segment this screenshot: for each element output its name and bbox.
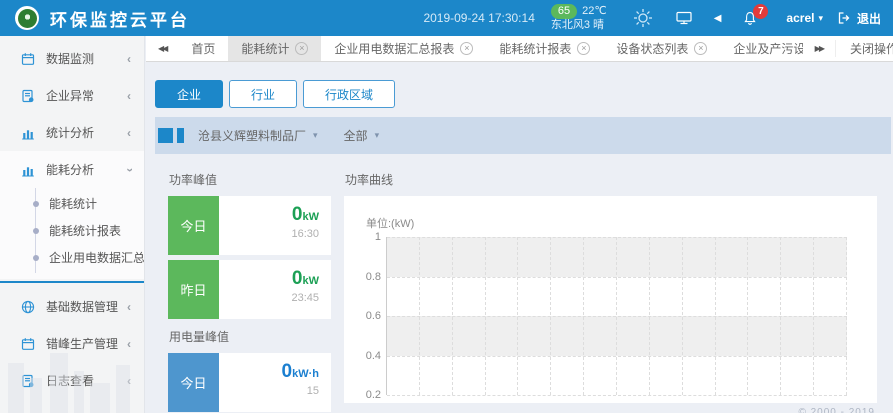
tab-device-status[interactable]: 设备状态列表 × [603,36,720,61]
accent-square-icon [158,128,173,143]
sidebar-subitem-power-summary-report[interactable]: 企业用电数据汇总报表 [36,244,144,271]
chevron-down-icon: ▾ [818,13,823,24]
chevron-down-icon: ▾ [313,130,318,141]
monitor-icon[interactable] [676,11,692,25]
close-operations-menu[interactable]: 关闭操作 [835,40,893,57]
chevron-left-icon: ‹ [127,300,131,314]
view-button-enterprise[interactable]: 企业 [155,80,223,108]
peak-value: 0kW [219,269,319,291]
sidebar-item-statistics[interactable]: 统计分析 ‹ [0,114,144,151]
sidebar-item-energy-analysis[interactable]: 能耗分析 ‹ [0,151,144,188]
weather-widget: 65 22℃ 东北风3 晴 [551,4,607,32]
energy-peak-card-today: 今日 0kW·h 15 [168,353,331,412]
peak-value: 0kW [219,205,319,227]
close-icon[interactable]: × [577,42,590,55]
document-icon [21,89,35,103]
power-peak-card-yesterday: 昨日 0kW 23:45 [168,260,331,319]
datetime-text: 2019-09-24 17:30:14 [423,11,534,25]
sidebar-item-base-data[interactable]: 基础数据管理 ‹ [0,288,144,325]
sidebar-subitem-energy-report[interactable]: 能耗统计报表 [36,217,144,244]
view-button-industry[interactable]: 行业 [229,80,297,108]
chart-unit-label: 单位:(kW) [366,215,414,231]
period-label: 今日 [168,353,219,412]
energy-peak-title: 用电量峰值 [169,328,331,345]
sound-icon[interactable]: ◀ [714,13,722,24]
peak-time: 15 [219,385,319,397]
chevron-left-icon: ‹ [127,89,131,103]
bar-chart-icon [21,126,35,140]
app-title: 环保监控云平台 [50,6,190,31]
main-content: 企业 行业 行政区域 沧县义辉塑料制品厂 ▾ 全部 ▾ 功率峰值 今日 [146,62,893,413]
selector-bar: 沧县义辉塑料制品厂 ▾ 全部 ▾ [155,117,891,154]
tabs-scroll-left-icon[interactable]: ◀◀ [146,36,178,61]
tab-energy-stats[interactable]: 能耗统计 × [228,36,321,61]
tab-home[interactable]: 首页 [178,36,228,61]
bar-chart-icon [21,163,35,177]
chevron-left-icon: ‹ [127,52,131,66]
tab-energy-report[interactable]: 能耗统计报表 × [486,36,603,61]
period-label: 昨日 [168,260,219,319]
y-tick: 0.2 [347,389,381,401]
topbar: 环保监控云平台 2019-09-24 17:30:14 65 22℃ 东北风3 … [0,0,893,36]
sidebar-subitem-energy-stats[interactable]: 能耗统计 [36,190,144,217]
chevron-down-icon: ‹ [122,168,136,172]
y-tick: 0.6 [347,310,381,322]
y-tick: 0.8 [347,271,381,283]
city-watermark [0,323,145,413]
company-dropdown[interactable]: 沧县义辉塑料制品厂 ▾ [198,127,318,144]
y-tick: 1 [347,231,381,243]
peak-time: 23:45 [219,292,319,304]
aqi-badge: 65 [551,4,577,19]
platform-logo [15,6,39,30]
power-peak-card-today: 今日 0kW 16:30 [168,196,331,255]
power-peak-title: 功率峰值 [169,171,331,188]
view-switcher: 企业 行业 行政区域 [155,80,893,108]
power-curve-chart: 单位:(kW) 1 0.8 0.6 0.4 0.2 [344,196,877,403]
bell-icon[interactable]: 7 [743,11,757,26]
scope-dropdown[interactable]: 全部 ▾ [344,127,380,144]
y-tick: 0.4 [347,350,381,362]
tabbar: ◀◀ 首页 能耗统计 × 企业用电数据汇总报表 × 能耗统计报表 × 设备状态列… [146,36,893,62]
energy-analysis-submenu: 能耗统计 能耗统计报表 企业用电数据汇总报表 [35,188,144,273]
accent-bar-icon [177,128,184,143]
peak-value: 0kW·h [219,362,319,384]
chevron-down-icon: ▾ [375,130,380,141]
sidebar-group-energy-analysis: 能耗分析 ‹ 能耗统计 能耗统计报表 企业用电数据汇总报表 [0,151,144,279]
app-window: 环保监控云平台 2019-09-24 17:30:14 65 22℃ 东北风3 … [0,0,893,413]
chart-plot-area: 1 0.8 0.6 0.4 0.2 [386,237,847,395]
chevron-left-icon: ‹ [127,126,131,140]
view-button-region[interactable]: 行政区域 [303,80,395,108]
chart-title: 功率曲线 [345,171,877,188]
close-icon[interactable]: × [460,42,473,55]
temperature-text: 22℃ [582,5,607,18]
calendar-icon [21,52,35,66]
logout-icon [837,11,851,25]
peak-panel: 功率峰值 今日 0kW 16:30 昨日 0kW 23:45 用电量峰值 [168,154,331,413]
peak-time: 16:30 [219,228,319,240]
tab-power-summary-report[interactable]: 企业用电数据汇总报表 × [321,36,486,61]
sidebar-item-data-monitor[interactable]: 数据监测 ‹ [0,40,144,77]
period-label: 今日 [168,196,219,255]
close-icon[interactable]: × [694,42,707,55]
sidebar: 数据监测 ‹ 企业异常 ‹ 统计分析 ‹ [0,36,145,413]
globe-icon [21,300,35,314]
sun-icon [632,7,654,29]
power-curve-section: 功率曲线 单位:(kW) 1 0.8 0.6 0.4 0.2 [344,154,877,413]
sidebar-item-enterprise-abnormal[interactable]: 企业异常 ‹ [0,77,144,114]
user-menu[interactable]: acrel▾ [786,11,823,25]
copyright-text: © 2000 - 2019 [798,407,875,413]
chart-gridlines [387,237,847,395]
tabs-scroll-right-icon[interactable]: ▶▶ [803,44,835,53]
close-icon[interactable]: × [295,42,308,55]
notification-badge[interactable]: 7 [753,4,768,19]
logout-button[interactable]: 退出 [837,10,881,27]
wind-text: 东北风3 晴 [551,19,607,32]
